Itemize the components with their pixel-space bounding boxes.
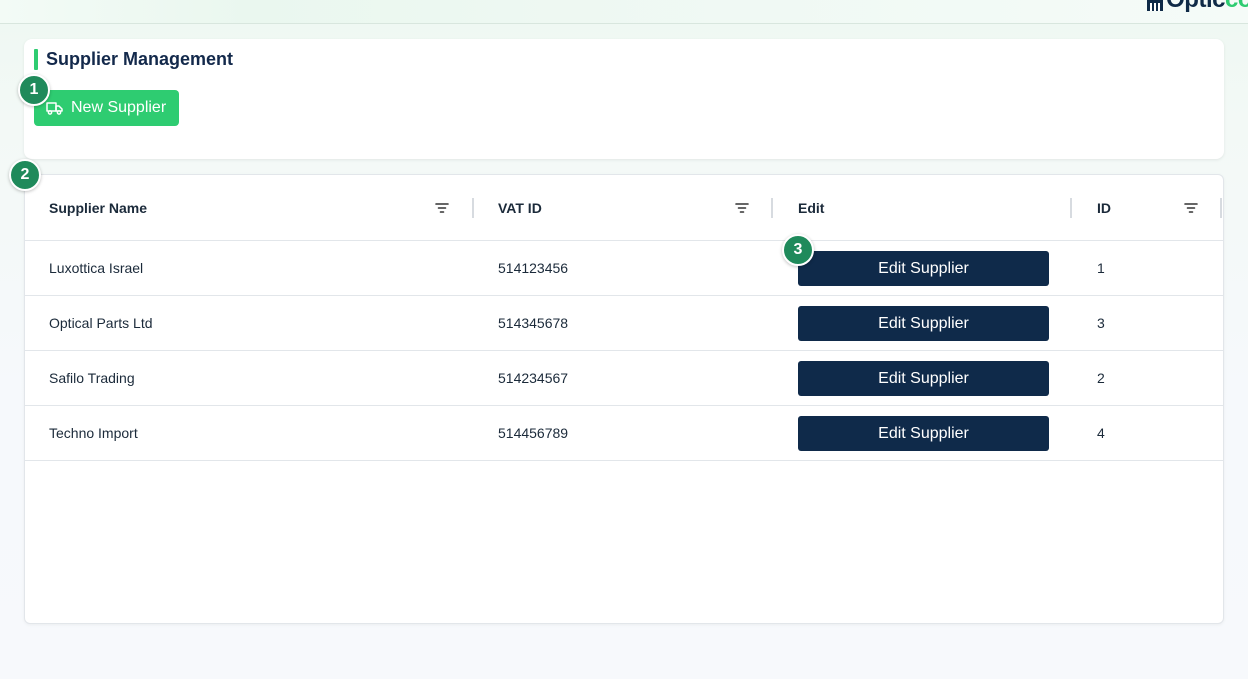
brand-logo[interactable]: Opticco (1146, 0, 1248, 12)
filter-icon[interactable] (1184, 201, 1198, 215)
page-title: Supplier Management (46, 49, 234, 69)
supplier-name-cell: Luxottica Israel (49, 260, 144, 276)
filter-icon[interactable] (735, 201, 749, 215)
top-bar: Opticco (0, 0, 1248, 24)
table-row[interactable]: Techno Import 514456789 Edit Supplier 4 (25, 406, 1223, 461)
table-row[interactable]: Luxottica Israel 514123456 Edit Supplier… (25, 241, 1223, 296)
column-header-edit: Edit (798, 199, 825, 216)
page-header-card: Supplier Management New Supplier (24, 39, 1224, 159)
vat-id-cell: 514123456 (498, 260, 569, 276)
truck-icon (46, 102, 63, 115)
id-cell: 2 (1097, 370, 1105, 386)
table-header: Supplier Name VAT ID Edit ID (25, 175, 1223, 241)
annotation-badge-2: 2 (9, 159, 41, 191)
column-resize-handle[interactable] (472, 198, 474, 218)
column-header-vat-id[interactable]: VAT ID (498, 175, 542, 240)
title-accent-bar (34, 49, 38, 70)
suppliers-table: Supplier Name VAT ID Edit ID Luxottica I… (24, 174, 1224, 624)
id-cell: 4 (1097, 425, 1105, 441)
filter-icon[interactable] (435, 201, 449, 215)
new-supplier-button[interactable]: New Supplier (34, 90, 179, 126)
column-header-supplier-name[interactable]: Supplier Name (49, 175, 147, 240)
id-cell: 1 (1097, 260, 1105, 276)
edit-supplier-button[interactable]: Edit Supplier (798, 306, 1049, 341)
edit-supplier-button[interactable]: Edit Supplier (798, 251, 1049, 286)
supplier-name-cell: Techno Import (49, 425, 138, 441)
table-row[interactable]: Safilo Trading 514234567 Edit Supplier 2 (25, 351, 1223, 406)
annotation-badge-1: 1 (18, 74, 50, 106)
column-header-id[interactable]: ID (1097, 175, 1111, 240)
column-resize-handle[interactable] (771, 198, 773, 218)
logo-text: Opticco (1166, 0, 1248, 12)
supplier-name-cell: Optical Parts Ltd (49, 315, 153, 331)
annotation-badge-3: 3 (782, 234, 814, 266)
edit-supplier-button[interactable]: Edit Supplier (798, 361, 1049, 396)
vat-id-cell: 514345678 (498, 315, 569, 331)
supplier-name-cell: Safilo Trading (49, 370, 135, 386)
id-cell: 3 (1097, 315, 1105, 331)
column-resize-handle[interactable] (1070, 198, 1072, 218)
store-icon (1147, 0, 1164, 11)
vat-id-cell: 514456789 (498, 425, 569, 441)
new-supplier-label: New Supplier (71, 99, 167, 116)
column-resize-handle[interactable] (1220, 198, 1222, 218)
edit-supplier-button[interactable]: Edit Supplier (798, 416, 1049, 451)
table-row[interactable]: Optical Parts Ltd 514345678 Edit Supplie… (25, 296, 1223, 351)
vat-id-cell: 514234567 (498, 370, 569, 386)
